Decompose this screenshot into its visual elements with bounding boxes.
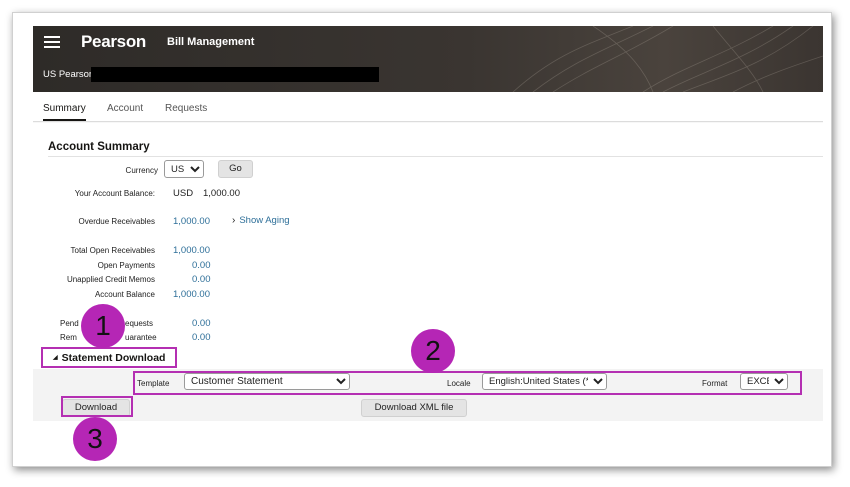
open-payments-value[interactable]: 0.00 <box>192 260 211 271</box>
summary-content: Account Summary Currency USD Go Your Acc… <box>33 123 823 421</box>
account-summary-title: Account Summary <box>48 141 150 153</box>
remaining-label-start: Rem <box>60 333 77 342</box>
remaining-label-end: uarantee <box>125 333 157 342</box>
org-name: US Pearson <box>43 69 95 80</box>
balance-label: Your Account Balance: <box>74 189 155 198</box>
app-title: Bill Management <box>167 36 255 48</box>
section-divider <box>48 156 823 157</box>
callout-1: 1 <box>81 304 125 348</box>
currency-select[interactable]: USD <box>164 160 204 178</box>
tab-summary[interactable]: Summary <box>43 103 86 121</box>
total-open-value[interactable]: 1,000.00 <box>173 245 210 256</box>
go-button[interactable]: Go <box>218 160 253 178</box>
locale-label: Locale <box>447 379 471 388</box>
template-label: Template <box>137 379 170 388</box>
tab-bar: Summary Account Requests <box>33 92 823 122</box>
format-select[interactable]: EXCEL <box>740 373 788 390</box>
chevron-right-icon: › <box>232 215 236 226</box>
template-select[interactable]: Customer Statement <box>184 373 350 390</box>
unapplied-label: Unapplied Credit Memos <box>66 275 155 284</box>
banner-pattern <box>512 26 823 92</box>
balance-value: 1,000.00 <box>203 188 240 199</box>
remaining-value[interactable]: 0.00 <box>192 332 211 343</box>
overdue-label: Overdue Receivables <box>78 217 155 226</box>
collapse-triangle-icon: ◢ <box>53 355 58 361</box>
menu-icon[interactable] <box>44 36 60 48</box>
unapplied-value[interactable]: 0.00 <box>192 274 211 285</box>
total-open-label: Total Open Receivables <box>70 246 156 255</box>
callout-2: 2 <box>411 329 455 373</box>
pending-label-start: Pend <box>60 319 79 328</box>
overdue-value[interactable]: 1,000.00 <box>173 216 210 227</box>
currency-label: Currency <box>125 166 158 175</box>
download-button[interactable]: Download <box>62 399 130 417</box>
open-payments-label: Open Payments <box>97 261 155 270</box>
show-aging-link[interactable]: › Show Aging <box>232 215 290 226</box>
account-balance-value[interactable]: 1,000.00 <box>173 289 210 300</box>
pearson-logo: Pearson <box>81 32 146 51</box>
redacted-block <box>91 67 379 82</box>
tab-requests[interactable]: Requests <box>165 103 207 114</box>
format-label: Format <box>702 379 728 388</box>
download-xml-button[interactable]: Download XML file <box>361 399 467 417</box>
locale-select[interactable]: English:United States (*) <box>482 373 607 390</box>
callout-3: 3 <box>73 417 117 461</box>
statement-download-toggle[interactable]: ◢ Statement Download <box>53 352 165 364</box>
header-banner: Pearson Bill Management US Pearson <box>33 26 823 92</box>
account-balance-label: Account Balance <box>94 290 155 299</box>
balance-currency: USD <box>173 188 194 199</box>
pending-value[interactable]: 0.00 <box>192 318 211 329</box>
tab-account[interactable]: Account <box>107 103 143 114</box>
pending-label-end: equests <box>125 319 154 328</box>
